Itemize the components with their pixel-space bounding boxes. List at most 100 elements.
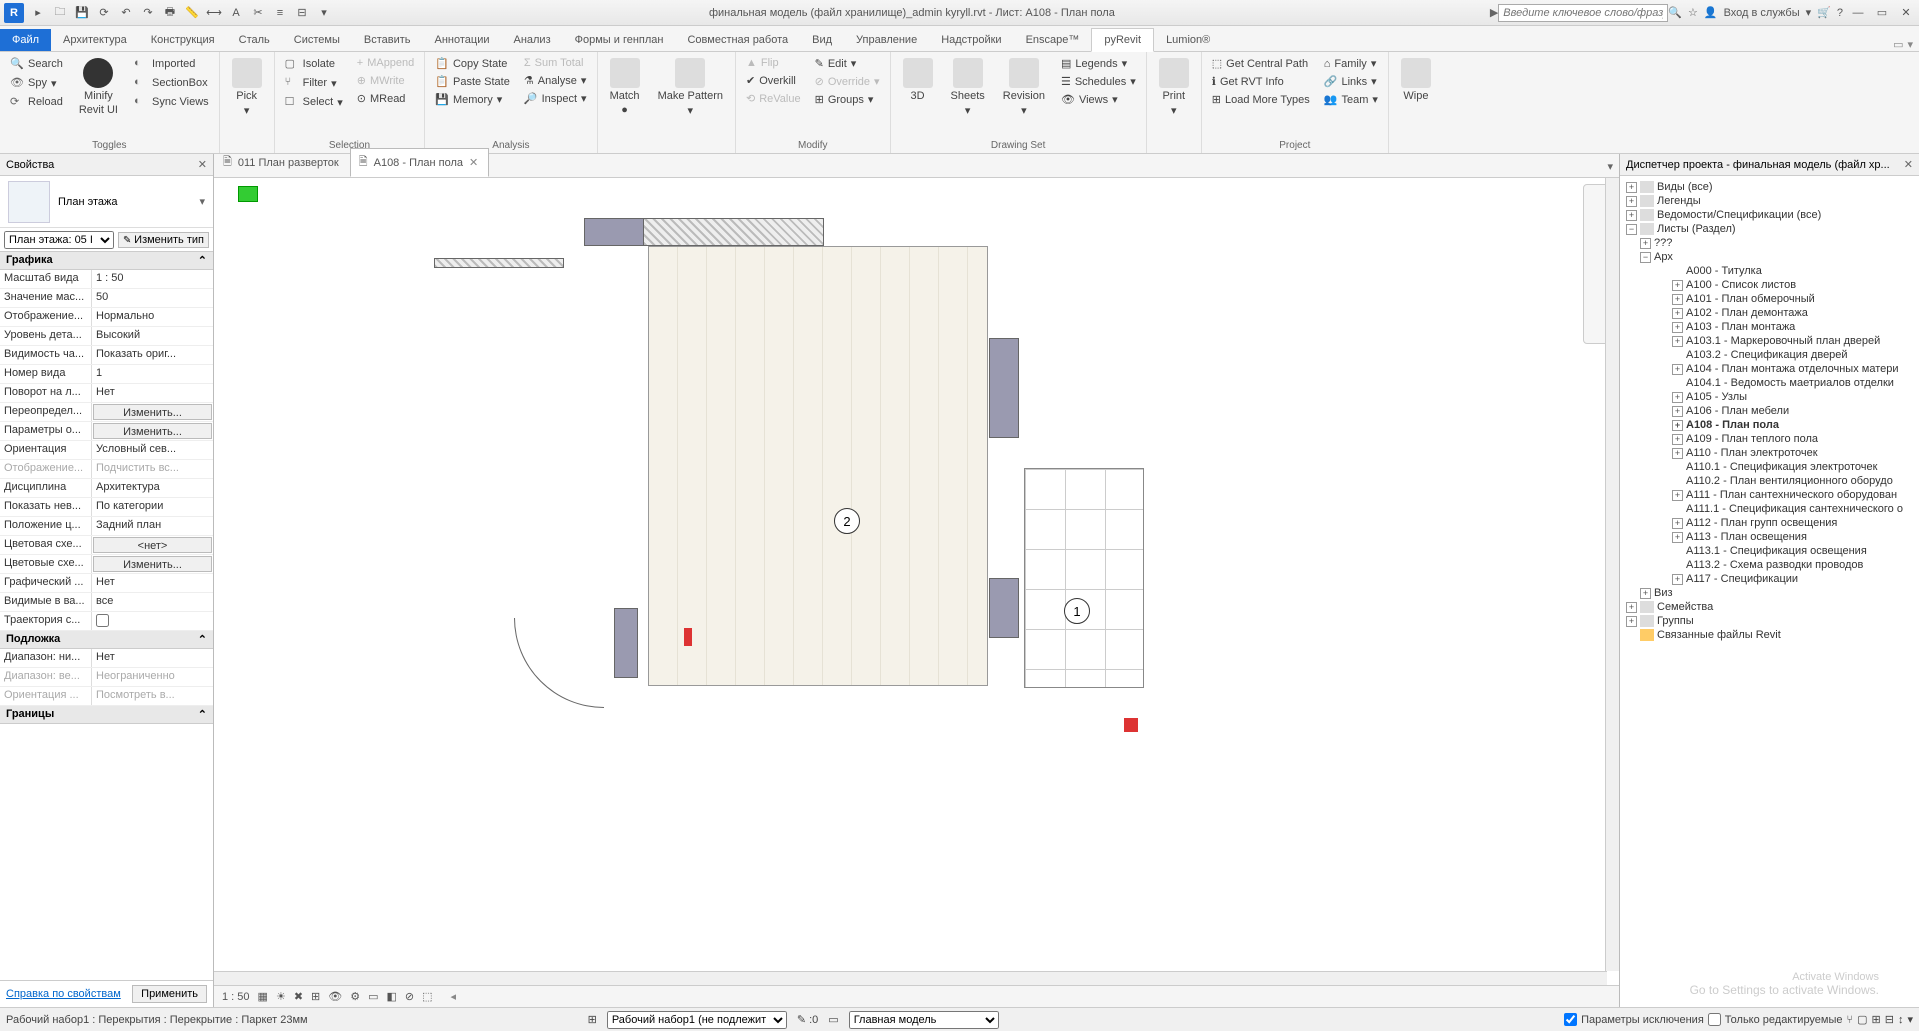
star-icon[interactable]: ☆ [1688, 6, 1698, 19]
horizontal-scrollbar[interactable] [214, 971, 1607, 985]
sheet-item[interactable]: A113.1 - Спецификация освещения [1622, 544, 1917, 558]
cat-bounds[interactable]: Границы⌃ [0, 706, 213, 724]
inspect-button[interactable]: 🔎 Inspect ▾ [522, 91, 589, 106]
workset-icon[interactable]: ⊞ [588, 1013, 597, 1026]
property-row[interactable]: Уровень дета...Высокий [0, 327, 213, 346]
doc-tab-close-icon[interactable]: ✕ [469, 156, 478, 169]
vc-icon3[interactable]: ✖ [294, 990, 303, 1003]
print-icon[interactable]: 🖶 [160, 3, 180, 23]
property-row[interactable]: Отображение...Подчистить вс... [0, 460, 213, 479]
properties-grid[interactable]: Графика⌃ Масштаб вида1 : 50Значение мас.… [0, 252, 213, 980]
binoculars-icon[interactable]: 🔍 [1668, 6, 1682, 19]
property-row[interactable]: Параметры о...Изменить... [0, 422, 213, 441]
memory-button[interactable]: 💾 Memory ▾ [433, 92, 512, 107]
expand-icon[interactable]: + [1626, 182, 1637, 193]
project-tree[interactable]: +Виды (все) +Легенды +Ведомости/Специфик… [1620, 176, 1919, 1007]
tab-insert[interactable]: Вставить [352, 29, 423, 51]
reload-button[interactable]: ⟳Reload [8, 94, 65, 110]
sb-icon[interactable]: ▢ [1857, 1013, 1867, 1026]
sheet-item[interactable]: A111.1 - Спецификация сантехнического о [1622, 502, 1917, 516]
sheet-item[interactable]: +A117 - Спецификации [1622, 572, 1917, 586]
minimize-button[interactable]: — [1849, 7, 1867, 19]
sheet-item[interactable]: +A105 - Узлы [1622, 390, 1917, 404]
room-tag-1[interactable]: 1 [1064, 598, 1090, 624]
team-button[interactable]: 👥 Team ▾ [1322, 92, 1380, 107]
vc-icon[interactable]: ▦ [258, 990, 268, 1003]
drawing-canvas[interactable]: /*placeholder*/ 2 1 [214, 178, 1619, 985]
tab-enscape[interactable]: Enscape™ [1014, 29, 1092, 51]
sheet-item[interactable]: +A110 - План электроточек [1622, 446, 1917, 460]
sheet-item[interactable]: +A112 - План групп освещения [1622, 516, 1917, 530]
properties-help-link[interactable]: Справка по свойствам [6, 988, 121, 1000]
property-row[interactable]: ДисциплинаАрхитектура [0, 479, 213, 498]
tab-pyrevit[interactable]: pyRevit [1091, 28, 1154, 52]
syncviews-toggle[interactable]: ◐Sync Views [132, 94, 211, 110]
user-icon[interactable]: 👤 [1704, 6, 1718, 19]
ribbon-dd-icon[interactable]: ▾ [1907, 38, 1913, 51]
overkill-button[interactable]: ✔ Overkill [744, 73, 803, 88]
doc-tab-1[interactable]: 🗎 011 План разверток [214, 148, 350, 177]
tab-systems[interactable]: Системы [282, 29, 352, 51]
makepattern-button[interactable]: Make Pattern▾ [654, 56, 727, 149]
mwrite-button[interactable]: ⊕ MWrite [355, 73, 417, 88]
sheet-item[interactable]: A103.2 - Спецификация дверей [1622, 348, 1917, 362]
links-button[interactable]: 🔗 Links ▾ [1322, 74, 1380, 89]
editing-requests[interactable]: ✎ :0 [797, 1013, 818, 1026]
edit-button[interactable]: ✎ Edit ▾ [813, 56, 882, 71]
close-hidden-icon[interactable]: ⊟ [292, 3, 312, 23]
override-button[interactable]: ⊘ Override ▾ [813, 74, 882, 89]
pick-button[interactable]: Pick▾ [228, 56, 266, 149]
property-row[interactable]: Положение ц...Задний план [0, 517, 213, 536]
property-row[interactable]: Цветовые схе...Изменить... [0, 555, 213, 574]
sheet-item[interactable]: A110.2 - План вентиляционного оборудо [1622, 474, 1917, 488]
vc-icon5[interactable]: 👁 [328, 990, 342, 1003]
select-button[interactable]: ☐Select ▾ [283, 94, 345, 110]
3d-button[interactable]: 3D [899, 56, 937, 138]
ribbon-min-icon[interactable]: ▭ [1893, 38, 1903, 51]
sheet-item[interactable]: +A113 - План освещения [1622, 530, 1917, 544]
property-row[interactable]: Диапазон: ве...Неограниченно [0, 668, 213, 687]
tab-collab[interactable]: Совместная работа [675, 29, 800, 51]
filter-button[interactable]: ⑂Filter ▾ [283, 75, 345, 91]
schedules-button[interactable]: ☰ Schedules ▾ [1059, 74, 1138, 89]
sheet-item[interactable]: +A111 - План сантехнического оборудован [1622, 488, 1917, 502]
property-row[interactable]: ОриентацияУсловный сев... [0, 441, 213, 460]
analyse-button[interactable]: ⚗ Analyse ▾ [522, 73, 589, 88]
family-button[interactable]: ⌂ Family ▾ [1322, 56, 1380, 71]
revalue-button[interactable]: ⟲ ReValue [744, 91, 803, 106]
exclusion-check[interactable] [1564, 1013, 1577, 1026]
sheet-item[interactable]: +A103.1 - Маркеровочный план дверей [1622, 334, 1917, 348]
sb-icon3[interactable]: ⊟ [1885, 1013, 1894, 1026]
cart-icon[interactable]: 🛒 [1817, 6, 1831, 19]
sumtotal-button[interactable]: Σ Sum Total [522, 56, 589, 70]
apply-button[interactable]: Применить [132, 985, 207, 1003]
tab-lumion[interactable]: Lumion® [1154, 29, 1222, 51]
tab-massing[interactable]: Формы и генплан [563, 29, 676, 51]
sheet-item[interactable]: A104.1 - Ведомость маетриалов отделки [1622, 376, 1917, 390]
imported-toggle[interactable]: ◐Imported [132, 56, 211, 72]
sheet-item[interactable]: A113.2 - Схема разводки проводов [1622, 558, 1917, 572]
filter-icon[interactable]: ⑂ [1847, 1014, 1854, 1026]
property-row[interactable]: Масштаб вида1 : 50 [0, 270, 213, 289]
view-scale[interactable]: 1 : 50 [222, 991, 250, 1003]
vc-icon7[interactable]: ▭ [368, 990, 378, 1003]
workset-selector[interactable]: Рабочий набор1 (не подлежит р [607, 1011, 787, 1029]
mread-button[interactable]: ⊙ MRead [355, 91, 417, 106]
search-nav-icon[interactable]: ▶ [1490, 6, 1498, 19]
tab-manage[interactable]: Управление [844, 29, 929, 51]
minify-button[interactable]: MinifyRevit UI [75, 56, 122, 138]
browser-close-icon[interactable]: ✕ [1904, 158, 1913, 171]
property-row[interactable]: Отображение...Нормально [0, 308, 213, 327]
tab-analyze[interactable]: Анализ [501, 29, 562, 51]
doc-tab-2[interactable]: 🗎 A108 - План пола ✕ [350, 148, 490, 177]
tab-annotate[interactable]: Аннотации [423, 29, 502, 51]
model-icon[interactable]: ▭ [828, 1013, 838, 1026]
save-icon[interactable]: 💾 [72, 3, 92, 23]
match-button[interactable]: Match● [606, 56, 644, 149]
pastestate-button[interactable]: 📋 Paste State [433, 74, 512, 89]
search-button[interactable]: 🔍Search [8, 56, 65, 72]
cat-graphics[interactable]: Графика⌃ [0, 252, 213, 270]
print-button[interactable]: Print▾ [1155, 56, 1193, 149]
tab-addins[interactable]: Надстройки [929, 29, 1013, 51]
tab-arch[interactable]: Архитектура [51, 29, 139, 51]
